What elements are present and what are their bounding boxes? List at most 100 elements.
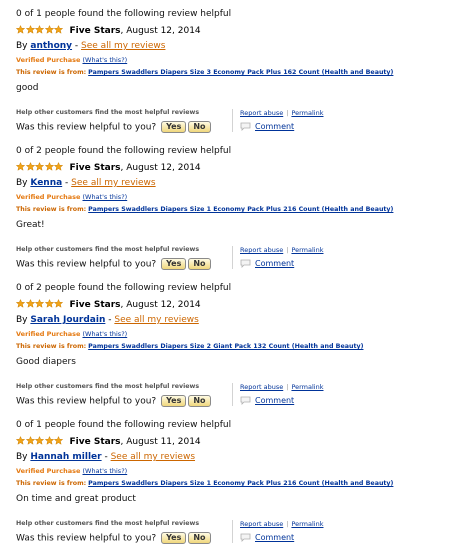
no-button[interactable]: No <box>188 258 211 270</box>
review-date: , August 12, 2014 <box>120 163 201 173</box>
review-from-label: This review is from: <box>16 206 87 213</box>
author-line: By Hannah miller - See all my reviews <box>16 452 195 462</box>
comment-link[interactable]: Comment <box>255 122 294 131</box>
report-abuse-link[interactable]: Report abuse <box>240 520 283 528</box>
review-from-label: This review is from: <box>16 343 87 350</box>
product-link[interactable]: Pampers Swaddlers Diapers Size 3 Economy… <box>88 69 393 76</box>
see-all-reviews-link[interactable]: See all my reviews <box>71 178 155 188</box>
verified-line: Verified Purchase (What's this?) <box>16 330 127 338</box>
help-other-text: Help other customers find the most helpf… <box>16 246 200 253</box>
yes-button[interactable]: Yes <box>161 532 187 544</box>
author-link[interactable]: Sarah Jourdain <box>30 315 105 325</box>
review-title[interactable]: Five Stars <box>70 26 121 36</box>
author-link[interactable]: Kenna <box>30 178 62 188</box>
review-title[interactable]: Five Stars <box>70 437 121 447</box>
review-header: Five Stars, August 12, 2014 <box>16 162 201 174</box>
divider <box>232 246 233 269</box>
by-label: By <box>16 452 31 462</box>
permalink-link[interactable]: Permalink <box>291 109 323 117</box>
see-all-reviews-link[interactable]: See all my reviews <box>114 315 198 325</box>
verified-line: Verified Purchase (What's this?) <box>16 56 127 64</box>
whats-this-link[interactable]: (What's this?) <box>82 56 127 64</box>
review-header: Five Stars, August 12, 2014 <box>16 299 201 311</box>
verified-purchase-badge: Verified Purchase <box>16 330 81 338</box>
author-link[interactable]: anthony <box>30 41 72 51</box>
helpful-count: 0 of 1 people found the following review… <box>16 9 232 19</box>
no-button[interactable]: No <box>188 395 211 407</box>
review-date: , August 12, 2014 <box>120 26 201 36</box>
product-link[interactable]: Pampers Swaddlers Diapers Size 2 Giant P… <box>88 343 363 350</box>
star-icon <box>25 25 35 34</box>
divider <box>232 109 233 132</box>
star-icon <box>35 25 44 34</box>
star-icon <box>54 436 63 445</box>
permalink-link[interactable]: Permalink <box>291 246 323 254</box>
product-link[interactable]: Pampers Swaddlers Diapers Size 1 Economy… <box>88 480 393 487</box>
whats-this-link[interactable]: (What's this?) <box>82 467 127 475</box>
yes-button[interactable]: Yes <box>161 258 187 270</box>
no-button[interactable]: No <box>188 121 211 133</box>
review-date: , August 12, 2014 <box>120 300 201 310</box>
link-separator: | <box>286 109 289 117</box>
review-actions: Report abuse | Permalink <box>240 109 324 117</box>
star-icon <box>25 436 35 445</box>
no-button[interactable]: No <box>188 532 211 544</box>
comment-row: Comment <box>240 122 294 133</box>
see-all-reviews-link[interactable]: See all my reviews <box>111 452 195 462</box>
review-body: Great! <box>16 220 45 230</box>
review-title[interactable]: Five Stars <box>70 300 121 310</box>
review-body: On time and great product <box>16 494 136 504</box>
helpful-vote-row: Was this review helpful to you? Yes No <box>16 395 211 407</box>
comment-link[interactable]: Comment <box>255 259 294 268</box>
help-other-text: Help other customers find the most helpf… <box>16 383 200 390</box>
comment-row: Comment <box>240 396 294 407</box>
review-title[interactable]: Five Stars <box>70 163 121 173</box>
star-icon <box>25 299 35 308</box>
star-rating <box>16 436 64 448</box>
divider <box>232 520 233 543</box>
star-icon <box>35 299 44 308</box>
comment-row: Comment <box>240 259 294 270</box>
star-rating <box>16 162 64 174</box>
author-link[interactable]: Hannah miller <box>30 452 101 462</box>
helpful-vote-row: Was this review helpful to you? Yes No <box>16 532 211 544</box>
separator: - <box>101 452 111 462</box>
comment-bubble-icon <box>240 396 251 407</box>
star-icon <box>44 162 54 171</box>
permalink-link[interactable]: Permalink <box>291 520 323 528</box>
verified-purchase-badge: Verified Purchase <box>16 467 81 475</box>
yes-button[interactable]: Yes <box>161 395 187 407</box>
review-item: 0 of 2 people found the following review… <box>0 274 452 411</box>
comment-link[interactable]: Comment <box>255 533 294 542</box>
whats-this-link[interactable]: (What's this?) <box>82 193 127 201</box>
star-icon <box>16 162 25 171</box>
review-from-line: This review is from: Pampers Swaddlers D… <box>16 343 363 350</box>
star-icon <box>16 25 25 34</box>
see-all-reviews-link[interactable]: See all my reviews <box>81 41 165 51</box>
report-abuse-link[interactable]: Report abuse <box>240 246 283 254</box>
helpful-question: Was this review helpful to you? <box>16 259 157 270</box>
separator: - <box>62 178 72 188</box>
review-item: 0 of 1 people found the following review… <box>0 0 452 137</box>
star-icon <box>25 162 35 171</box>
link-separator: | <box>286 246 289 254</box>
product-link[interactable]: Pampers Swaddlers Diapers Size 1 Economy… <box>88 206 393 213</box>
helpful-vote-row: Was this review helpful to you? Yes No <box>16 258 211 270</box>
review-actions: Report abuse | Permalink <box>240 383 324 391</box>
review-body: Good diapers <box>16 357 76 367</box>
link-separator: | <box>286 383 289 391</box>
verified-line: Verified Purchase (What's this?) <box>16 193 127 201</box>
yes-button[interactable]: Yes <box>161 121 187 133</box>
review-header: Five Stars, August 11, 2014 <box>16 436 201 448</box>
comment-bubble-icon <box>240 533 251 544</box>
helpful-count: 0 of 1 people found the following review… <box>16 420 232 430</box>
permalink-link[interactable]: Permalink <box>291 383 323 391</box>
review-item: 0 of 1 people found the following review… <box>0 411 452 548</box>
comment-link[interactable]: Comment <box>255 396 294 405</box>
report-abuse-link[interactable]: Report abuse <box>240 109 283 117</box>
author-line: By Sarah Jourdain - See all my reviews <box>16 315 199 325</box>
review-from-line: This review is from: Pampers Swaddlers D… <box>16 206 393 213</box>
report-abuse-link[interactable]: Report abuse <box>240 383 283 391</box>
whats-this-link[interactable]: (What's this?) <box>82 330 127 338</box>
helpful-count: 0 of 2 people found the following review… <box>16 146 232 156</box>
